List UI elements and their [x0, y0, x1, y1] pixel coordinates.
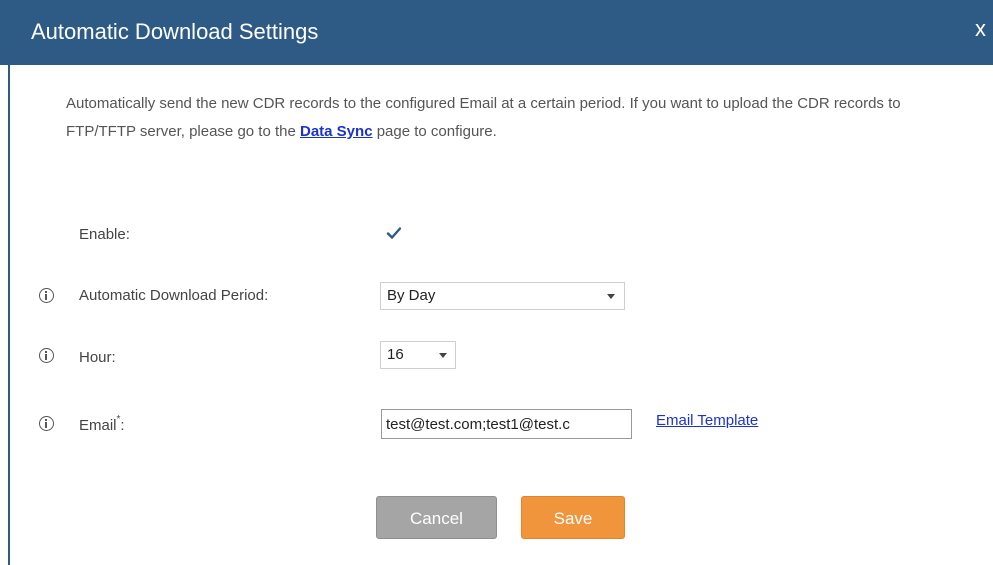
email-label: Email*: [79, 414, 125, 434]
chevron-down-icon [607, 294, 615, 299]
automatic-download-period-value: By Day [387, 287, 436, 304]
enable-checkbox[interactable] [385, 224, 403, 242]
automatic-download-period-label: Automatic Download Period: [79, 287, 269, 304]
dialog-title: Automatic Download Settings [31, 19, 319, 44]
email-label-text: Email [79, 417, 117, 434]
automatic-download-settings-dialog: Automatic Download Settings x Automatica… [0, 0, 993, 565]
email-field[interactable] [381, 409, 632, 439]
hour-value: 16 [387, 346, 404, 363]
description-text-after: page to configure. [372, 123, 497, 140]
hour-select[interactable]: 16 [380, 341, 456, 369]
info-circle-icon [39, 416, 54, 431]
enable-label: Enable: [79, 226, 130, 243]
checkmark-icon [386, 227, 402, 239]
cancel-button[interactable]: Cancel [376, 496, 497, 539]
info-circle-icon [39, 348, 54, 363]
save-button[interactable]: Save [521, 496, 625, 539]
data-sync-link[interactable]: Data Sync [300, 123, 373, 140]
description-text: Automatically send the new CDR records t… [66, 90, 936, 146]
required-star: * [116, 414, 121, 425]
dialog-left-border [8, 65, 10, 565]
hour-label: Hour: [79, 349, 116, 366]
close-icon[interactable]: x [975, 16, 986, 42]
automatic-download-period-select[interactable]: By Day [380, 282, 625, 310]
email-template-link[interactable]: Email Template [656, 412, 758, 429]
info-circle-icon [39, 288, 54, 303]
dialog-title-bar: Automatic Download Settings x [0, 0, 993, 65]
email-label-suffix: : [120, 417, 125, 434]
chevron-down-icon [439, 353, 447, 358]
